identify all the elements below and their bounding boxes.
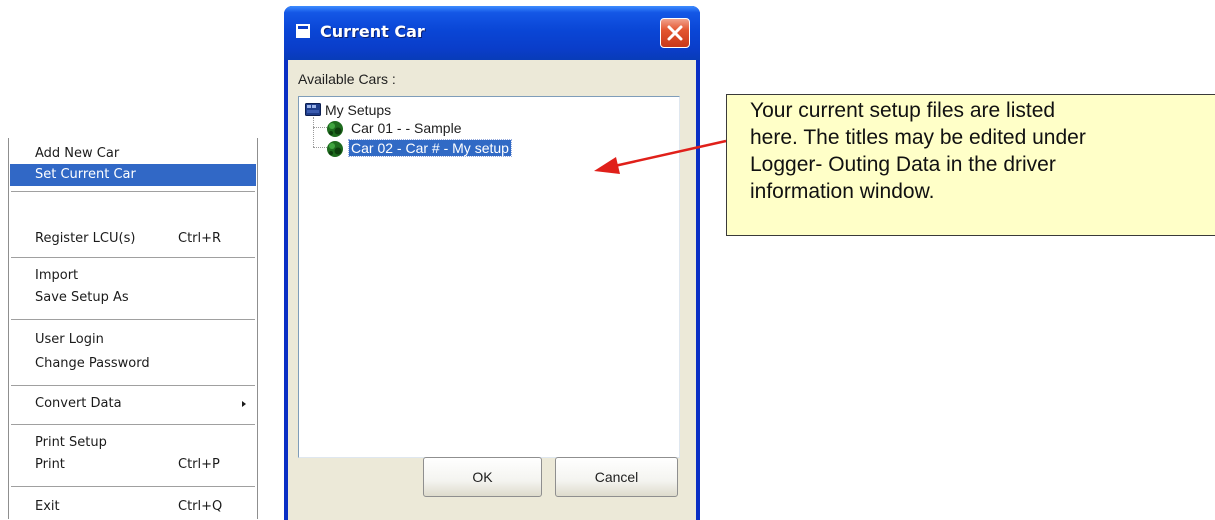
current-car-dialog: Current Car Available Cars : My Setups C… bbox=[284, 6, 700, 520]
chevron-right-icon bbox=[242, 401, 246, 407]
menu-item-register-lcu[interactable]: Register LCU(s) Ctrl+R bbox=[10, 228, 256, 250]
menu-item-label: Register LCU(s) bbox=[35, 231, 136, 246]
menu-item-print-setup[interactable]: Print Setup bbox=[10, 432, 256, 454]
car-icon bbox=[327, 141, 343, 157]
car-icon bbox=[327, 121, 343, 137]
menu-item-label: Print bbox=[35, 457, 65, 472]
menu-separator bbox=[11, 191, 255, 192]
menu-item-print[interactable]: Print Ctrl+P bbox=[10, 454, 256, 476]
callout-line: Your current setup files are listed bbox=[750, 99, 1056, 122]
menu-item-exit[interactable]: Exit Ctrl+Q bbox=[10, 496, 256, 518]
dialog-title: Current Car bbox=[320, 22, 425, 41]
available-cars-label: Available Cars : bbox=[298, 71, 396, 87]
menu-item-label: Exit bbox=[35, 499, 60, 514]
close-button[interactable] bbox=[660, 18, 690, 48]
tree-connector bbox=[313, 117, 314, 147]
dialog-titlebar[interactable]: Current Car bbox=[284, 6, 700, 60]
tree-item-label: Car 02 - Car # - My setup bbox=[348, 139, 512, 157]
window-icon bbox=[296, 24, 310, 38]
callout-line: information window. bbox=[750, 180, 935, 203]
cancel-button[interactable]: Cancel bbox=[555, 457, 678, 497]
menu-separator bbox=[11, 486, 255, 487]
menu-item-label: Set Current Car bbox=[35, 167, 136, 182]
menu-separator bbox=[11, 257, 255, 258]
menu-item-label: Import bbox=[35, 268, 79, 283]
menu-item-label: Add New Car bbox=[35, 146, 120, 161]
callout-line: Logger- Outing Data in the driver bbox=[750, 153, 1056, 176]
menu-item-import[interactable]: Import bbox=[10, 265, 256, 287]
menu-item-change-password[interactable]: Change Password bbox=[10, 353, 256, 375]
callout-text: Your current setup files are listed here… bbox=[750, 97, 1190, 205]
menu-separator bbox=[11, 319, 255, 320]
folder-icon bbox=[305, 103, 321, 116]
menu-item-user-login[interactable]: User Login bbox=[10, 329, 256, 351]
pointer-arrow-icon bbox=[594, 139, 727, 174]
menu-item-label: Save Setup As bbox=[35, 290, 129, 305]
menu-item-set-current-car[interactable]: Set Current Car bbox=[10, 164, 256, 186]
menu-item-convert-data[interactable]: Convert Data bbox=[10, 393, 256, 415]
callout-line: here. The titles may be edited under bbox=[750, 126, 1086, 149]
menu-item-label: Change Password bbox=[35, 356, 150, 371]
menu-item-add-new-car[interactable]: Add New Car bbox=[10, 143, 256, 165]
dialog-body: Available Cars : My Setups Car 01 - - Sa… bbox=[288, 60, 696, 520]
menu-item-shortcut: Ctrl+P bbox=[178, 457, 220, 472]
menu-item-label: Print Setup bbox=[35, 435, 107, 450]
ok-button[interactable]: OK bbox=[423, 457, 542, 497]
menu-item-shortcut: Ctrl+R bbox=[178, 231, 222, 246]
annotation-callout: Your current setup files are listed here… bbox=[726, 94, 1215, 236]
menu-separator bbox=[11, 385, 255, 386]
tree-root-label: My Setups bbox=[325, 102, 392, 118]
menu-item-save-setup-as[interactable]: Save Setup As bbox=[10, 287, 256, 309]
menu-separator bbox=[11, 424, 255, 425]
menu-item-label: User Login bbox=[35, 332, 104, 347]
menu-item-shortcut: Ctrl+Q bbox=[178, 499, 223, 514]
close-icon bbox=[667, 25, 683, 41]
context-menu: Add New Car Set Current Car Register LCU… bbox=[8, 138, 258, 519]
menu-item-label: Convert Data bbox=[35, 396, 122, 411]
tree-item-label: Car 01 - - Sample bbox=[351, 120, 462, 136]
